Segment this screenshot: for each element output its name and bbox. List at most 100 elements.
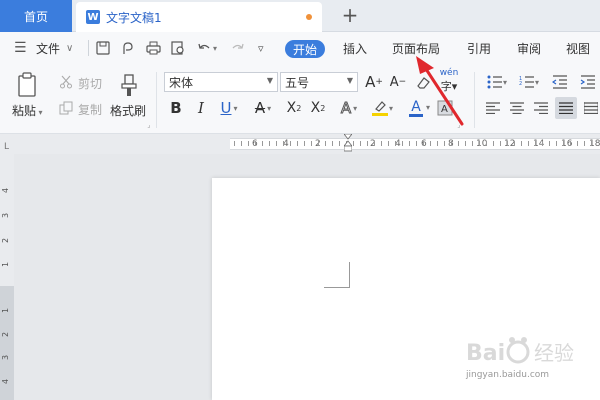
margin-corner-guide: [324, 262, 350, 288]
ruler-tick: [542, 141, 543, 146]
highlight-button[interactable]: ▾: [368, 98, 396, 118]
scissors-icon[interactable]: [58, 74, 74, 90]
paste-icon[interactable]: [16, 72, 40, 98]
print-preview-icon[interactable]: [171, 32, 185, 64]
decrease-indent-icon[interactable]: [550, 72, 570, 92]
ruler-tick: [353, 141, 354, 146]
increase-indent-icon[interactable]: [578, 72, 598, 92]
window-tab-bar: 首页 W 文字文稿1 +: [0, 0, 600, 32]
indent-marker-icon[interactable]: [344, 134, 352, 152]
ruler-tick: [297, 141, 298, 146]
vertical-ruler-number: 1: [1, 261, 11, 268]
tab-stop-selector[interactable]: L: [4, 142, 9, 152]
ruler-tick: [304, 141, 305, 146]
vertical-ruler-number: 2: [1, 331, 11, 338]
strikethrough-button[interactable]: A ▾: [250, 98, 276, 118]
ruler-tick: [416, 141, 417, 146]
format-painter-button[interactable]: 格式刷: [110, 102, 146, 119]
grow-font-button[interactable]: A +: [364, 72, 384, 92]
chevron-down-icon: ▼: [266, 76, 273, 85]
new-tab-button[interactable]: +: [338, 3, 362, 27]
subscript-button[interactable]: X2: [308, 98, 328, 118]
ruler-tick: [262, 141, 263, 146]
ruler-tick: [332, 141, 333, 146]
tab-review[interactable]: 审阅: [517, 32, 541, 64]
undo-icon[interactable]: ▾: [197, 32, 217, 64]
ruler-tick: [556, 141, 557, 146]
font-size-select[interactable]: 五号 ▼: [280, 72, 358, 92]
bold-button[interactable]: B: [167, 98, 185, 118]
copy-icon[interactable]: [58, 100, 74, 116]
format-painter-icon[interactable]: [118, 72, 140, 98]
ruler-tick: [514, 141, 515, 146]
save-icon[interactable]: [96, 32, 110, 64]
ruler-tick: [290, 141, 291, 146]
ruler-tick: [577, 141, 578, 146]
ruler-tick: [269, 141, 270, 146]
copy-button[interactable]: 复制: [78, 101, 102, 118]
hamburger-menu-icon[interactable]: ☰: [14, 32, 27, 64]
ruler-tick: [430, 141, 431, 146]
quick-access-more-icon[interactable]: ▿: [258, 32, 264, 64]
chevron-down-icon: ▼: [346, 76, 353, 85]
font-name-select[interactable]: 宋体 ▼: [164, 72, 278, 92]
numbering-button[interactable]: 12 ▾: [516, 72, 542, 92]
tab-document[interactable]: W 文字文稿1: [76, 2, 322, 32]
underline-button[interactable]: U ▾: [216, 98, 242, 118]
menu-divider: [88, 40, 89, 56]
tab-start[interactable]: 开始: [285, 40, 325, 58]
print-icon[interactable]: [146, 32, 161, 64]
ruler-tick: [339, 141, 340, 146]
ruler-tick: [479, 141, 480, 146]
file-menu[interactable]: 文件 ∨: [36, 32, 73, 64]
ruler-tick: [521, 141, 522, 146]
svg-text:经验: 经验: [534, 341, 574, 365]
ruler-tick: [402, 141, 403, 146]
ruler-tick: [409, 141, 410, 146]
superscript-button[interactable]: X2: [284, 98, 304, 118]
ruler-tick: [241, 141, 242, 146]
tab-home[interactable]: 首页: [0, 0, 72, 32]
ruler-tick: [472, 141, 473, 146]
ruler-tick: [444, 141, 445, 146]
text-effect-button[interactable]: A ▾: [336, 98, 362, 118]
tab-insert[interactable]: 插入: [343, 32, 367, 64]
italic-button[interactable]: I: [192, 98, 210, 118]
ruler-tick: [528, 141, 529, 146]
align-center-icon[interactable]: [508, 99, 526, 117]
bullets-button[interactable]: ▾: [484, 72, 510, 92]
watermark-url: jingyan.baidu.com: [466, 370, 550, 380]
writer-logo-icon: W: [86, 10, 100, 24]
tab-view[interactable]: 视图: [566, 32, 590, 64]
distributed-align-icon[interactable]: [582, 99, 600, 117]
file-menu-label: 文件: [36, 41, 61, 56]
ruler-tick: [360, 141, 361, 146]
ruler-tick: [591, 141, 592, 146]
ruler-tick: [570, 141, 571, 146]
vertical-ruler-number: 3: [1, 212, 11, 219]
ruler-tick: [458, 141, 459, 146]
ribbon-divider: [156, 72, 157, 128]
vertical-ruler-number: 4: [1, 378, 11, 385]
chevron-down-icon: ▾: [233, 103, 238, 113]
paste-label: 粘贴: [12, 104, 37, 118]
numbered-list-icon: 12: [519, 76, 534, 88]
cut-button[interactable]: 剪切: [78, 75, 102, 92]
align-right-icon[interactable]: [532, 99, 550, 117]
align-left-icon[interactable]: [484, 99, 502, 117]
export-pdf-icon[interactable]: [121, 32, 135, 64]
ruler-tick: [493, 141, 494, 146]
redo-icon[interactable]: [231, 32, 245, 64]
text-effect-icon: A: [340, 99, 352, 118]
ruler-tick: [549, 141, 550, 146]
clipboard-dialog-launcher-icon[interactable]: ⌟: [146, 121, 152, 129]
justify-icon[interactable]: [555, 97, 577, 119]
ruler-tick: [367, 141, 368, 146]
ruler-tick: [283, 141, 284, 146]
paste-button[interactable]: 粘贴 ▾: [12, 102, 43, 119]
font-name-value: 宋体: [169, 75, 194, 90]
chevron-down-icon: ∨: [66, 42, 74, 54]
document-tab-title: 文字文稿1: [106, 10, 162, 25]
ruler-tick: [395, 141, 396, 146]
vertical-ruler-number: 4: [1, 187, 11, 194]
